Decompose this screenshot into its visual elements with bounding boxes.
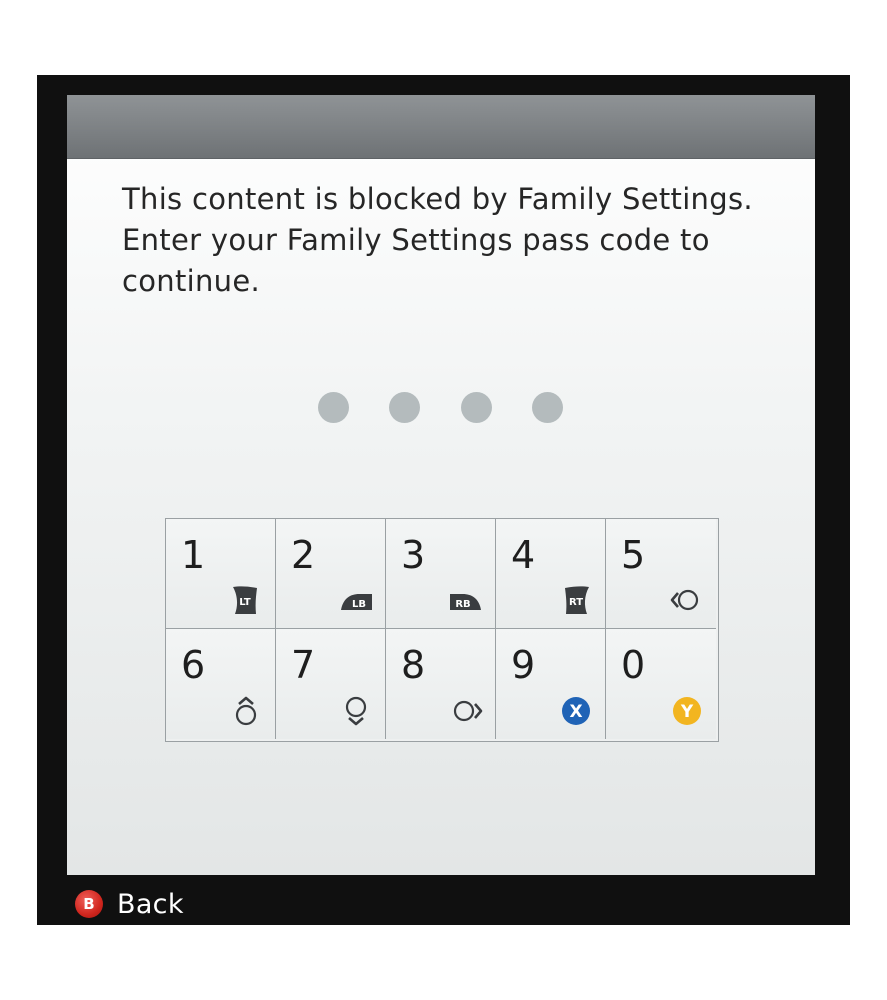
x-label: X: [569, 702, 582, 722]
key-digit: 7: [291, 643, 316, 687]
key-digit: 1: [181, 533, 206, 577]
left-bumper-icon: LB: [339, 584, 373, 616]
left-trigger-icon: LT: [229, 584, 263, 616]
key-digit: 3: [401, 533, 426, 577]
lb-label: LB: [352, 599, 366, 610]
lt-label: LT: [239, 597, 251, 608]
keypad-key-2[interactable]: 2 LB: [276, 519, 386, 629]
keypad-key-9[interactable]: 9 X: [496, 629, 606, 739]
y-button-icon: Y: [670, 695, 704, 727]
rb-label: RB: [455, 599, 470, 610]
passcode-dot: [318, 392, 349, 423]
keypad-key-4[interactable]: 4 RT: [496, 519, 606, 629]
back-label: Back: [117, 888, 184, 920]
x-button-icon: X: [559, 695, 593, 727]
passcode-keypad: 1 LT 2 LB 3 RB 4 RT 5 6 7 8 9 X 0 Y: [165, 518, 719, 742]
passcode-dot: [532, 392, 563, 423]
passcode-dot: [389, 392, 420, 423]
passcode-dot: [461, 392, 492, 423]
dpad-right-icon: [449, 695, 483, 727]
key-digit: 8: [401, 643, 426, 687]
keypad-key-6[interactable]: 6: [166, 629, 276, 739]
dialog-header-bar: [67, 95, 815, 159]
back-button[interactable]: B Back: [75, 887, 184, 921]
passcode-indicator: [67, 392, 815, 426]
rt-label: RT: [569, 597, 583, 608]
key-digit: 5: [621, 533, 646, 577]
keypad-key-1[interactable]: 1 LT: [166, 519, 276, 629]
key-digit: 4: [511, 533, 536, 577]
b-button-icon: B: [75, 890, 103, 918]
keypad-key-3[interactable]: 3 RB: [386, 519, 496, 629]
key-digit: 2: [291, 533, 316, 577]
dpad-left-icon: [670, 584, 704, 616]
keypad-key-8[interactable]: 8: [386, 629, 496, 739]
keypad-key-7[interactable]: 7: [276, 629, 386, 739]
dpad-down-icon: [339, 695, 373, 727]
y-label: Y: [680, 702, 694, 722]
dpad-up-icon: [229, 695, 263, 727]
blocked-content-message: This content is blocked by Family Settin…: [122, 182, 753, 298]
key-digit: 6: [181, 643, 206, 687]
key-digit: 0: [621, 643, 646, 687]
keypad-key-0[interactable]: 0 Y: [606, 629, 716, 739]
key-digit: 9: [511, 643, 536, 687]
right-trigger-icon: RT: [559, 584, 593, 616]
family-settings-dialog: This content is blocked by Family Settin…: [67, 95, 815, 875]
right-bumper-icon: RB: [449, 584, 483, 616]
keypad-key-5[interactable]: 5: [606, 519, 716, 629]
